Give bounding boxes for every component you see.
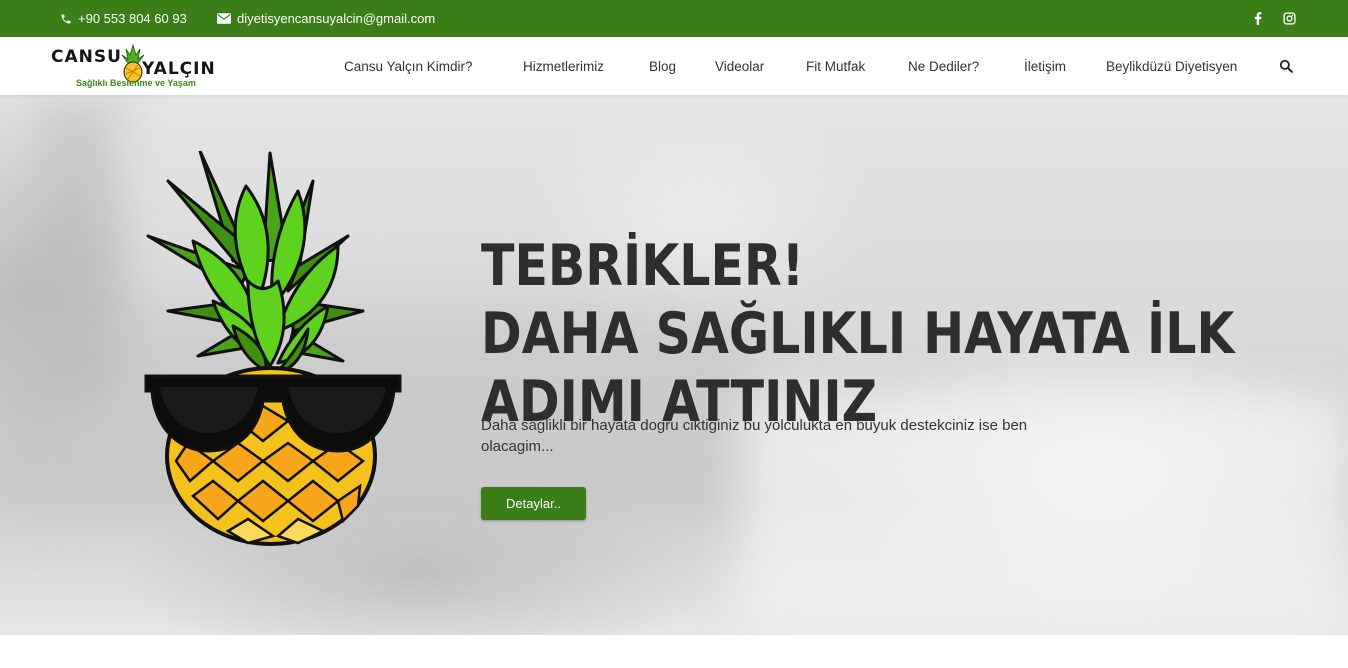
site-header: CANSU YALÇIN Sağlıklı Beslenme ve Yaşam … <box>0 37 1348 95</box>
hero-slider: TEBRİKLER! DAHA SAĞLIKLI HAYATA İLK ADIM… <box>0 95 1348 635</box>
logo-tagline: Sağlıklı Beslenme ve Yaşam <box>76 78 196 88</box>
top-bar: +90 553 804 60 93 diyetisyencansuyalcin@… <box>0 0 1348 37</box>
hero-headline: TEBRİKLER! DAHA SAĞLIKLI HAYATA İLK ADIM… <box>481 232 1234 436</box>
envelope-icon <box>217 13 231 24</box>
phone-icon <box>61 14 71 23</box>
search-button[interactable] <box>1279 59 1293 78</box>
phone-contact[interactable]: +90 553 804 60 93 <box>60 0 187 37</box>
nav-item-beylikduzu[interactable]: Beylikdüzü Diyetisyen <box>1106 59 1237 74</box>
nav-item-contact[interactable]: İletişim <box>1024 59 1066 74</box>
hero-headline-line-2: DAHA SAĞLIKLI HAYATA İLK <box>481 301 1235 367</box>
nav-item-about[interactable]: Cansu Yalçın Kimdir? <box>344 59 473 74</box>
email-contact[interactable]: diyetisyencansuyalcin@gmail.com <box>217 0 435 37</box>
hero-headline-line-1: TEBRİKLER! <box>481 233 805 299</box>
search-icon <box>1279 59 1293 73</box>
nav-item-blog[interactable]: Blog <box>649 59 676 74</box>
facebook-icon <box>1254 12 1262 25</box>
logo-text-second: YALÇIN <box>142 59 216 79</box>
instagram-link[interactable] <box>1283 0 1296 37</box>
facebook-link[interactable] <box>1254 0 1262 37</box>
nav-item-services[interactable]: Hizmetlerimiz <box>523 59 604 74</box>
nav-item-videos[interactable]: Videolar <box>715 59 764 74</box>
pineapple-sunglasses-illustration <box>144 151 402 546</box>
phone-number: +90 553 804 60 93 <box>78 11 187 26</box>
logo-text-first: CANSU <box>51 47 122 67</box>
details-button[interactable]: Detaylar.. <box>481 487 586 520</box>
instagram-icon <box>1283 12 1296 25</box>
nav-item-fit-kitchen[interactable]: Fit Mutfak <box>806 59 865 74</box>
site-logo[interactable]: CANSU YALÇIN Sağlıklı Beslenme ve Yaşam <box>50 41 235 91</box>
hero-subtext: Daha saglikli bir hayata dogru ciktigini… <box>481 417 1028 455</box>
nav-item-testimonials[interactable]: Ne Dediler? <box>908 59 979 74</box>
email-address: diyetisyencansuyalcin@gmail.com <box>237 11 436 26</box>
